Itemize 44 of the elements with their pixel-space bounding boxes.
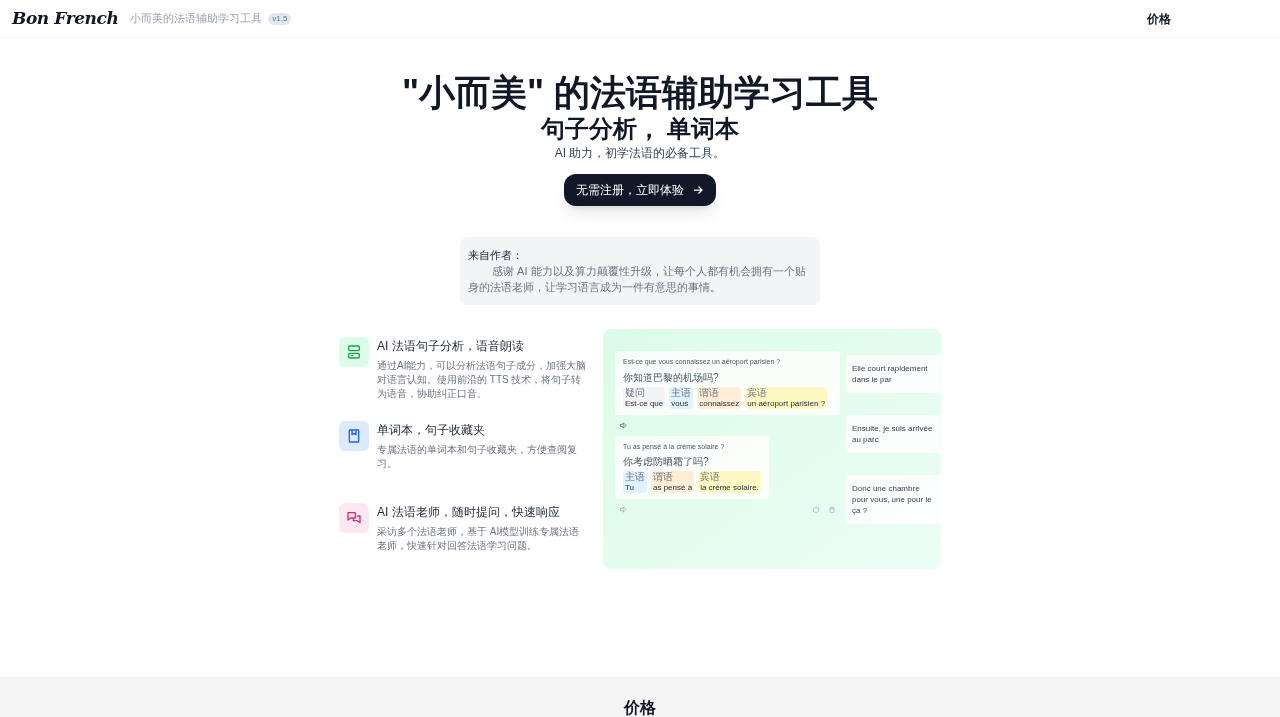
french-sentence: Ensuite, je suis arrivée au parc [852,423,934,445]
pricing-title: 价格 [624,699,656,717]
chunk-text: Est-ce que [625,398,664,409]
nav-link[interactable]: 价格 [1147,9,1171,28]
feature-description: 采访多个法语老师，基于 AI模型训练专属法语老师，快速针对回答法语学习问题。 [377,525,581,553]
grammar-role: 谓语 [699,386,721,398]
header-tagline: 小而美的法语辅助学习工具 [130,11,263,27]
chunk-text: Tu [625,482,636,493]
hero-subtitle: 句子分析， 单词本 [540,114,740,144]
refresh-icon[interactable] [812,505,820,514]
speaker-icon[interactable] [619,420,628,430]
quote-heading: 来自作者： [468,248,524,263]
sentence-translation: 你考虑防晒霜了吗? [623,455,710,469]
hero-description: AI 助力，初学法语的必备工具。 [554,145,726,162]
grammar-role: 主语 [671,386,692,398]
grammar-role: 疑问 [625,386,646,398]
french-sentence: Elle court rapidement dans le par [852,363,929,385]
try-now-button[interactable]: 无需注册，立即体验 [564,174,716,206]
book-icon [346,428,362,444]
trash-icon[interactable] [828,505,836,514]
chunk-text: connaissez [699,398,740,409]
feature-description: 专属法语的单词本和句子收藏夹，方便查阅复习。 [377,443,578,471]
server-icon [346,344,362,360]
grammar-role: 宾语 [747,386,769,398]
feature-title: 单词本，句子收藏夹 [377,422,486,439]
sentence-translation: 你知道巴黎的机场吗? [623,370,720,385]
feature-title: AI 法语老师，随时提问，快速响应 [377,504,561,521]
grammar-role: 谓语 [653,471,674,482]
hero-title: "小而美" 的法语辅助学习工具 [401,72,879,114]
feature-description: 通过AI能力，可以分析法语句子成分，加强大脑对语言认知。使用前沿的 TTS 技术，将句子转为语音，协助纠正口音。 [377,359,588,401]
version-badge: v1.5 [268,12,292,25]
french-sentence: Donc une chambre pour vous, une pour le ça ? [852,483,933,516]
chunk-text: vous [671,397,690,409]
logo[interactable]: Bon French [12,5,119,32]
quote-text: 感谢 AI 能力以及算力颠覆性升级，让每个人都有机会拥有一个贴身的法语老师，让学习语言成为一件有意思的事情。 [468,264,807,295]
chunk-text: la crème solaire. [700,482,759,493]
chunk-text: as pensé à [653,482,693,493]
grammar-role: 宾语 [700,471,722,482]
chunk-text: un aéroport parisien ? [747,398,826,409]
chat-bubbles-icon [346,510,362,526]
arrow-right-icon [692,184,704,196]
speaker-icon[interactable] [619,505,628,514]
grammar-role: 主语 [625,471,645,482]
feature-title: AI 法语句子分析，语音朗读 [377,338,525,355]
